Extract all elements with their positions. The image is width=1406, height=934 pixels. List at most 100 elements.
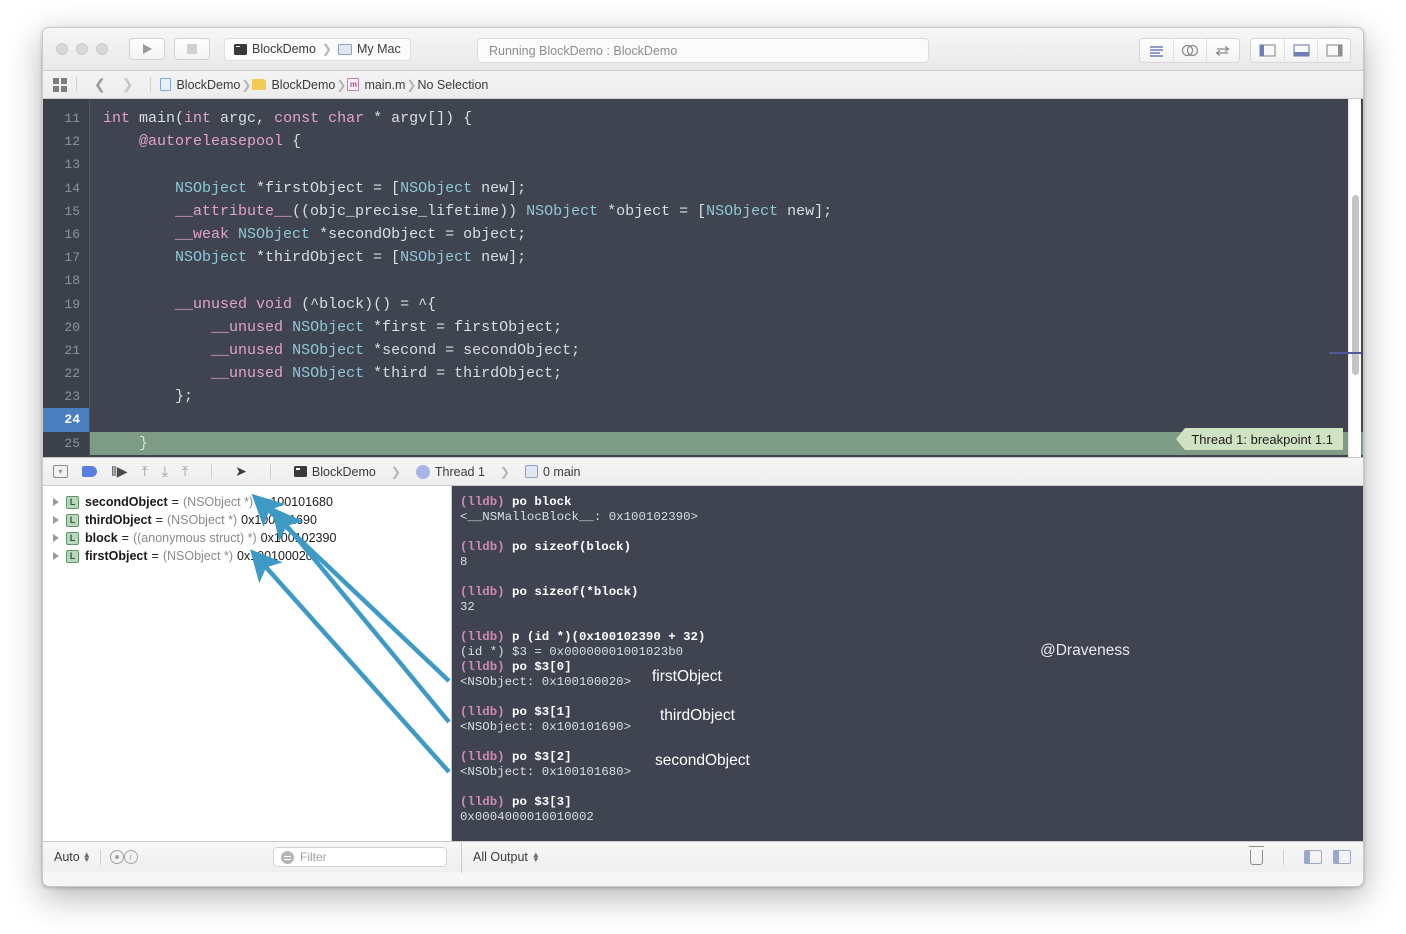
code-line-20[interactable]: __unused NSObject *first = firstObject; <box>90 316 1363 339</box>
line-number-gutter[interactable]: 11 12 13 14 15 16 17 18 19 20 21 22 23 24 25 <box>43 99 90 457</box>
line-number-23[interactable]: 23 <box>43 385 89 408</box>
token-pl: *secondObject = object; <box>310 225 527 243</box>
debug-thread-label: Thread 1 <box>434 464 485 479</box>
assistant-editor-button[interactable] <box>1173 39 1206 62</box>
show-variable-details-icon[interactable] <box>109 850 124 864</box>
line-number-13[interactable]: 13 <box>43 153 89 176</box>
variable-row[interactable]: LsecondObject = (NSObject *) 0x100101680 <box>43 493 451 511</box>
variables-view[interactable]: LsecondObject = (NSObject *) 0x100101680 Lth… <box>43 486 452 841</box>
code-line-22[interactable]: __unused NSObject *third = thirdObject; <box>90 362 1363 385</box>
line-number-18[interactable]: 18 <box>43 269 89 292</box>
code-line-23[interactable]: }; <box>90 385 1363 408</box>
run-button[interactable] <box>129 38 165 60</box>
hide-debug-area-icon[interactable]: ▾ <box>53 465 68 478</box>
minimize-button[interactable] <box>76 43 88 55</box>
code-line-12[interactable]: @autoreleasepool { <box>90 130 1363 153</box>
line-number-20[interactable]: 20 <box>43 316 89 339</box>
breakpoint-annotation[interactable]: Thread 1: breakpoint 1.1 <box>1176 428 1343 450</box>
disclosure-triangle-icon[interactable] <box>53 516 59 524</box>
variables-filter-field[interactable]: Filter <box>273 847 447 867</box>
line-number-22[interactable]: 22 <box>43 362 89 385</box>
code-line-18[interactable] <box>90 269 1363 292</box>
line-number-19[interactable]: 19 <box>43 293 89 316</box>
divider <box>211 464 213 479</box>
continue-icon[interactable]: ‖▶ <box>111 463 128 480</box>
breadcrumb-item-project[interactable]: BlockDemo <box>160 78 240 92</box>
related-items-icon[interactable] <box>53 77 67 92</box>
show-console-pane-icon[interactable] <box>1333 850 1351 864</box>
version-editor-button[interactable] <box>1206 39 1239 62</box>
simulate-location-icon[interactable]: ➤ <box>235 463 247 480</box>
scheme-selector[interactable]: BlockDemo ❯ My Mac <box>224 37 411 61</box>
toggle-navigator-button[interactable] <box>1251 39 1284 62</box>
token-typ: NSObject <box>292 365 365 383</box>
code-line-25[interactable]: } <box>90 431 1363 455</box>
line-number-21[interactable]: 21 <box>43 339 89 362</box>
close-button[interactable] <box>56 43 68 55</box>
code-line-21[interactable]: __unused NSObject *second = secondObject… <box>90 339 1363 362</box>
code-line-19[interactable]: __unused void (^block)() = ^{ <box>90 293 1363 316</box>
code-line-11[interactable]: int main(int argc, const char * argv[]) … <box>90 107 1363 130</box>
variable-row[interactable]: LfirstObject = (NSObject *) 0x100100020 <box>43 547 451 565</box>
info-icon[interactable]: i <box>123 850 138 864</box>
line-number-12[interactable]: 12 <box>43 130 89 153</box>
toggle-debug-area-button[interactable] <box>1284 39 1317 62</box>
view-toggles-segment <box>1250 38 1351 63</box>
variable-row[interactable]: Lblock = ((anonymous struct) *) 0x100102390 <box>43 529 451 547</box>
code-line-14[interactable]: NSObject *firstObject = [NSObject new]; <box>90 177 1363 200</box>
code-line-15[interactable]: __attribute__((objc_precise_lifetime)) N… <box>90 200 1363 223</box>
breadcrumb-item-group[interactable]: BlockDemo <box>252 78 335 92</box>
line-number-14[interactable]: 14 <box>43 177 89 200</box>
disclosure-triangle-icon[interactable] <box>53 534 59 542</box>
divider <box>1283 849 1284 865</box>
toggle-utilities-button[interactable] <box>1317 39 1350 62</box>
line-number-17[interactable]: 17 <box>43 246 89 269</box>
console-output-line: 32 <box>460 600 475 614</box>
variable-row[interactable]: LthirdObject = (NSObject *) 0x100101690 <box>43 511 451 529</box>
breadcrumb-item-file[interactable]: m main.m <box>347 78 405 92</box>
debug-crumb-frame[interactable]: 0 main <box>524 465 581 479</box>
activity-status-text: Running BlockDemo : BlockDemo <box>489 43 678 58</box>
line-number-15[interactable]: 15 <box>43 200 89 223</box>
console-command-line: (lldb) po sizeof(*block) <box>460 585 1363 600</box>
console-output-line: <NSObject: 0x100100020> <box>460 675 632 689</box>
lldb-command: po $3[3] <box>504 795 572 809</box>
line-number-25[interactable]: 25 <box>43 432 89 455</box>
forward-button[interactable]: ❯ <box>114 76 142 93</box>
editor-scrollbar-thumb[interactable] <box>1352 195 1359 375</box>
back-button[interactable]: ❮ <box>86 76 114 93</box>
stop-button[interactable] <box>174 38 210 60</box>
show-variables-pane-icon[interactable] <box>1304 850 1322 864</box>
line-number-24[interactable]: 24 <box>43 408 89 432</box>
code-area[interactable]: int main(int argc, const char * argv[]) … <box>90 99 1363 457</box>
debug-crumb-thread[interactable]: Thread 1 <box>415 464 485 479</box>
output-scope-selector[interactable]: All Output ▲ ▼ <box>462 850 540 864</box>
stop-icon <box>187 44 197 54</box>
code-line-16[interactable]: __weak NSObject *secondObject = object; <box>90 223 1363 246</box>
line-number-16[interactable]: 16 <box>43 223 89 246</box>
lldb-command: po $3[1] <box>504 705 572 719</box>
code-line-17[interactable]: NSObject *thirdObject = [NSObject new]; <box>90 246 1363 269</box>
clear-console-icon[interactable] <box>1249 845 1264 865</box>
disclosure-triangle-icon[interactable] <box>53 498 59 506</box>
standard-editor-button[interactable] <box>1140 39 1173 62</box>
console-output[interactable]: @Draveness (lldb) po block <__NSMallocBlo… <box>452 486 1363 841</box>
step-out-icon[interactable]: ⤒ <box>182 463 188 480</box>
line-number-11[interactable]: 11 <box>43 107 89 130</box>
breadcrumb-item-symbol[interactable]: No Selection <box>417 78 488 92</box>
debug-crumb-process[interactable]: BlockDemo <box>293 465 376 479</box>
editor-scrollbar[interactable] <box>1348 99 1361 457</box>
lldb-command: po block <box>504 495 572 509</box>
code-line-13[interactable] <box>90 153 1363 176</box>
deactivate-breakpoints-icon[interactable] <box>82 466 97 477</box>
step-over-icon[interactable]: ⤒ <box>142 463 148 480</box>
code-line-24[interactable] <box>90 408 1363 431</box>
disclosure-triangle-icon[interactable] <box>53 552 59 560</box>
step-into-icon[interactable]: ⤓ <box>162 463 168 480</box>
zoom-button[interactable] <box>96 43 108 55</box>
variable-scope-selector[interactable]: Auto ▲ ▼ <box>54 850 91 864</box>
token-typ: NSObject <box>706 202 779 220</box>
